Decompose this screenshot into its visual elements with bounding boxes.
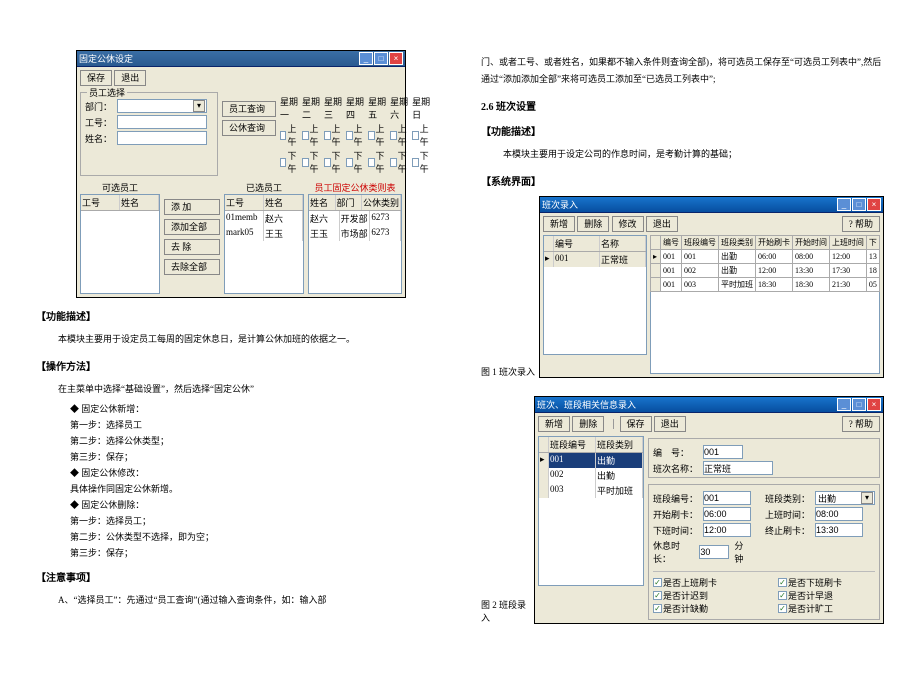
check-c[interactable]: ✓是否计迟到 — [653, 589, 708, 602]
seg-type-combo[interactable]: 出勤▾ — [815, 491, 875, 505]
check-e[interactable]: ✓是否计缺勤 — [653, 602, 708, 615]
segment-grid[interactable]: 编号班段编号班段类别开始刷卡开始时间上班时间下 ▸001001出勤06:0008… — [650, 235, 880, 292]
candidate-list[interactable]: 工号姓名 — [80, 194, 160, 294]
segment-list[interactable]: 班段编号班段类别 ▸001出勤 002出勤 003平时加班 — [538, 436, 644, 586]
result-list[interactable]: 姓名部门公休类别 赵六开发部6273 王玉市场部6273 — [308, 194, 402, 294]
add-button[interactable]: 添 加 — [164, 199, 220, 215]
check-f[interactable]: ✓是否计旷工 — [778, 602, 833, 615]
add-button[interactable]: 新增 — [543, 216, 575, 232]
rest-input[interactable] — [699, 545, 729, 559]
sun-pm[interactable]: 下午 — [412, 149, 431, 175]
name-input[interactable] — [117, 131, 207, 145]
window-title: 固定公休设定 — [79, 52, 133, 65]
start-time-input[interactable] — [815, 507, 863, 521]
figure-caption: 图 2 班段录入 — [481, 598, 530, 624]
modify-button[interactable]: 修改 — [612, 216, 644, 232]
chevron-down-icon: ▾ — [193, 100, 205, 112]
exit-button[interactable]: 退出 — [646, 216, 678, 232]
thu-pm[interactable]: 下午 — [346, 149, 365, 175]
delete-button[interactable]: 删除 — [577, 216, 609, 232]
sat-am[interactable]: 上午 — [390, 122, 409, 148]
selected-list[interactable]: 工号姓名 01memb赵六 mark05王玉 — [224, 194, 304, 294]
wed-am[interactable]: 上午 — [324, 122, 343, 148]
dept-combo[interactable]: ▾ — [117, 99, 207, 113]
end-time-input[interactable] — [703, 523, 751, 537]
segment-entry-window: 班次、班段相关信息录入 _□× 新增 删除 保存 退出 ? 帮助 — [534, 396, 884, 624]
fixed-leave-window: 固定公休设定 _ □ × 保存 退出 员工选择 部门： ▾ 工号： 姓名： — [76, 50, 406, 298]
mon-am[interactable]: 上午 — [280, 122, 299, 148]
figure-caption: 图 1 班次录入 — [481, 365, 535, 378]
exit-button[interactable]: 退出 — [114, 70, 146, 86]
help-button[interactable]: ? 帮助 — [842, 416, 880, 432]
section-heading: 【功能描述】 — [36, 308, 439, 323]
help-button[interactable]: ? 帮助 — [842, 216, 880, 232]
minimize-icon[interactable]: _ — [837, 398, 851, 411]
remove-button[interactable]: 去 除 — [164, 239, 220, 255]
save-button[interactable]: 保存 — [620, 416, 652, 432]
remove-all-button[interactable]: 去除全部 — [164, 259, 220, 275]
seg-id-input[interactable] — [703, 491, 751, 505]
minimize-icon[interactable]: _ — [837, 198, 851, 211]
thu-am[interactable]: 上午 — [346, 122, 365, 148]
exit-button[interactable]: 退出 — [654, 416, 686, 432]
emp-query-button[interactable]: 员工查询 — [222, 101, 276, 117]
sat-pm[interactable]: 下午 — [390, 149, 409, 175]
shift-list[interactable]: 编号名称 ▸001正常班 — [543, 235, 647, 355]
close-icon[interactable]: × — [389, 52, 403, 65]
shift-name-input[interactable] — [703, 461, 773, 475]
add-all-button[interactable]: 添加全部 — [164, 219, 220, 235]
minimize-icon[interactable]: _ — [359, 52, 373, 65]
check-d[interactable]: ✓是否计早退 — [778, 589, 833, 602]
shift-entry-window: 班次录入 _□× 新增 删除 修改 退出 ? 帮助 编号名称 ▸001正 — [539, 196, 884, 378]
maximize-icon[interactable]: □ — [852, 398, 866, 411]
close-icon[interactable]: × — [867, 198, 881, 211]
check-b[interactable]: ✓是否下班刷卡 — [778, 576, 842, 589]
sun-am[interactable]: 上午 — [412, 122, 431, 148]
end-swipe-input[interactable] — [815, 523, 863, 537]
shift-id-input[interactable] — [703, 445, 743, 459]
leave-query-button[interactable]: 公休查询 — [222, 120, 276, 136]
save-button[interactable]: 保存 — [80, 70, 112, 86]
titlebar[interactable]: 固定公休设定 _ □ × — [77, 51, 405, 67]
add-button[interactable]: 新增 — [538, 416, 570, 432]
empno-input[interactable] — [117, 115, 207, 129]
mon-pm[interactable]: 下午 — [280, 149, 299, 175]
check-a[interactable]: ✓是否上班刷卡 — [653, 576, 717, 589]
maximize-icon[interactable]: □ — [852, 198, 866, 211]
wed-pm[interactable]: 下午 — [324, 149, 343, 175]
employee-select-group: 员工选择 部门： ▾ 工号： 姓名： — [80, 92, 218, 176]
tue-pm[interactable]: 下午 — [302, 149, 321, 175]
chevron-down-icon: ▾ — [861, 492, 873, 504]
start-swipe-input[interactable] — [703, 507, 751, 521]
fri-pm[interactable]: 下午 — [368, 149, 387, 175]
fri-am[interactable]: 上午 — [368, 122, 387, 148]
delete-button[interactable]: 删除 — [572, 416, 604, 432]
close-icon[interactable]: × — [867, 398, 881, 411]
maximize-icon[interactable]: □ — [374, 52, 388, 65]
tue-am[interactable]: 上午 — [302, 122, 321, 148]
